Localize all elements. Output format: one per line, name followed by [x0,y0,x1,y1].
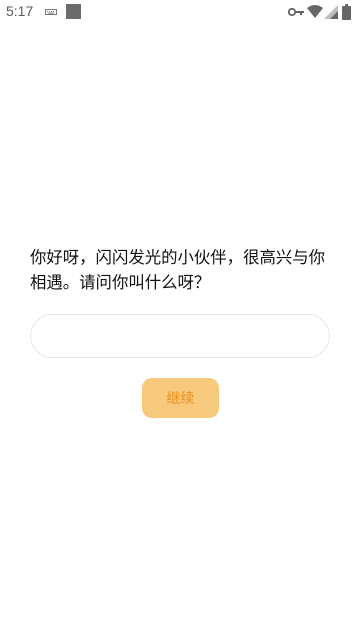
wifi-icon [307,5,323,18]
keyboard-icon [45,9,57,15]
status-bar: 5:17 [0,0,360,24]
vpn-key-icon [288,7,304,17]
continue-button[interactable]: 继续 [142,378,219,418]
notification-square-icon [66,4,81,19]
cell-signal-icon [324,5,338,19]
battery-icon [342,4,351,20]
name-input[interactable] [30,314,330,358]
greeting-prompt: 你好呀，闪闪发光的小伙伴，很高兴与你相遇。请问你叫什么呀？ [30,248,326,292]
status-time: 5:17 [6,3,34,19]
